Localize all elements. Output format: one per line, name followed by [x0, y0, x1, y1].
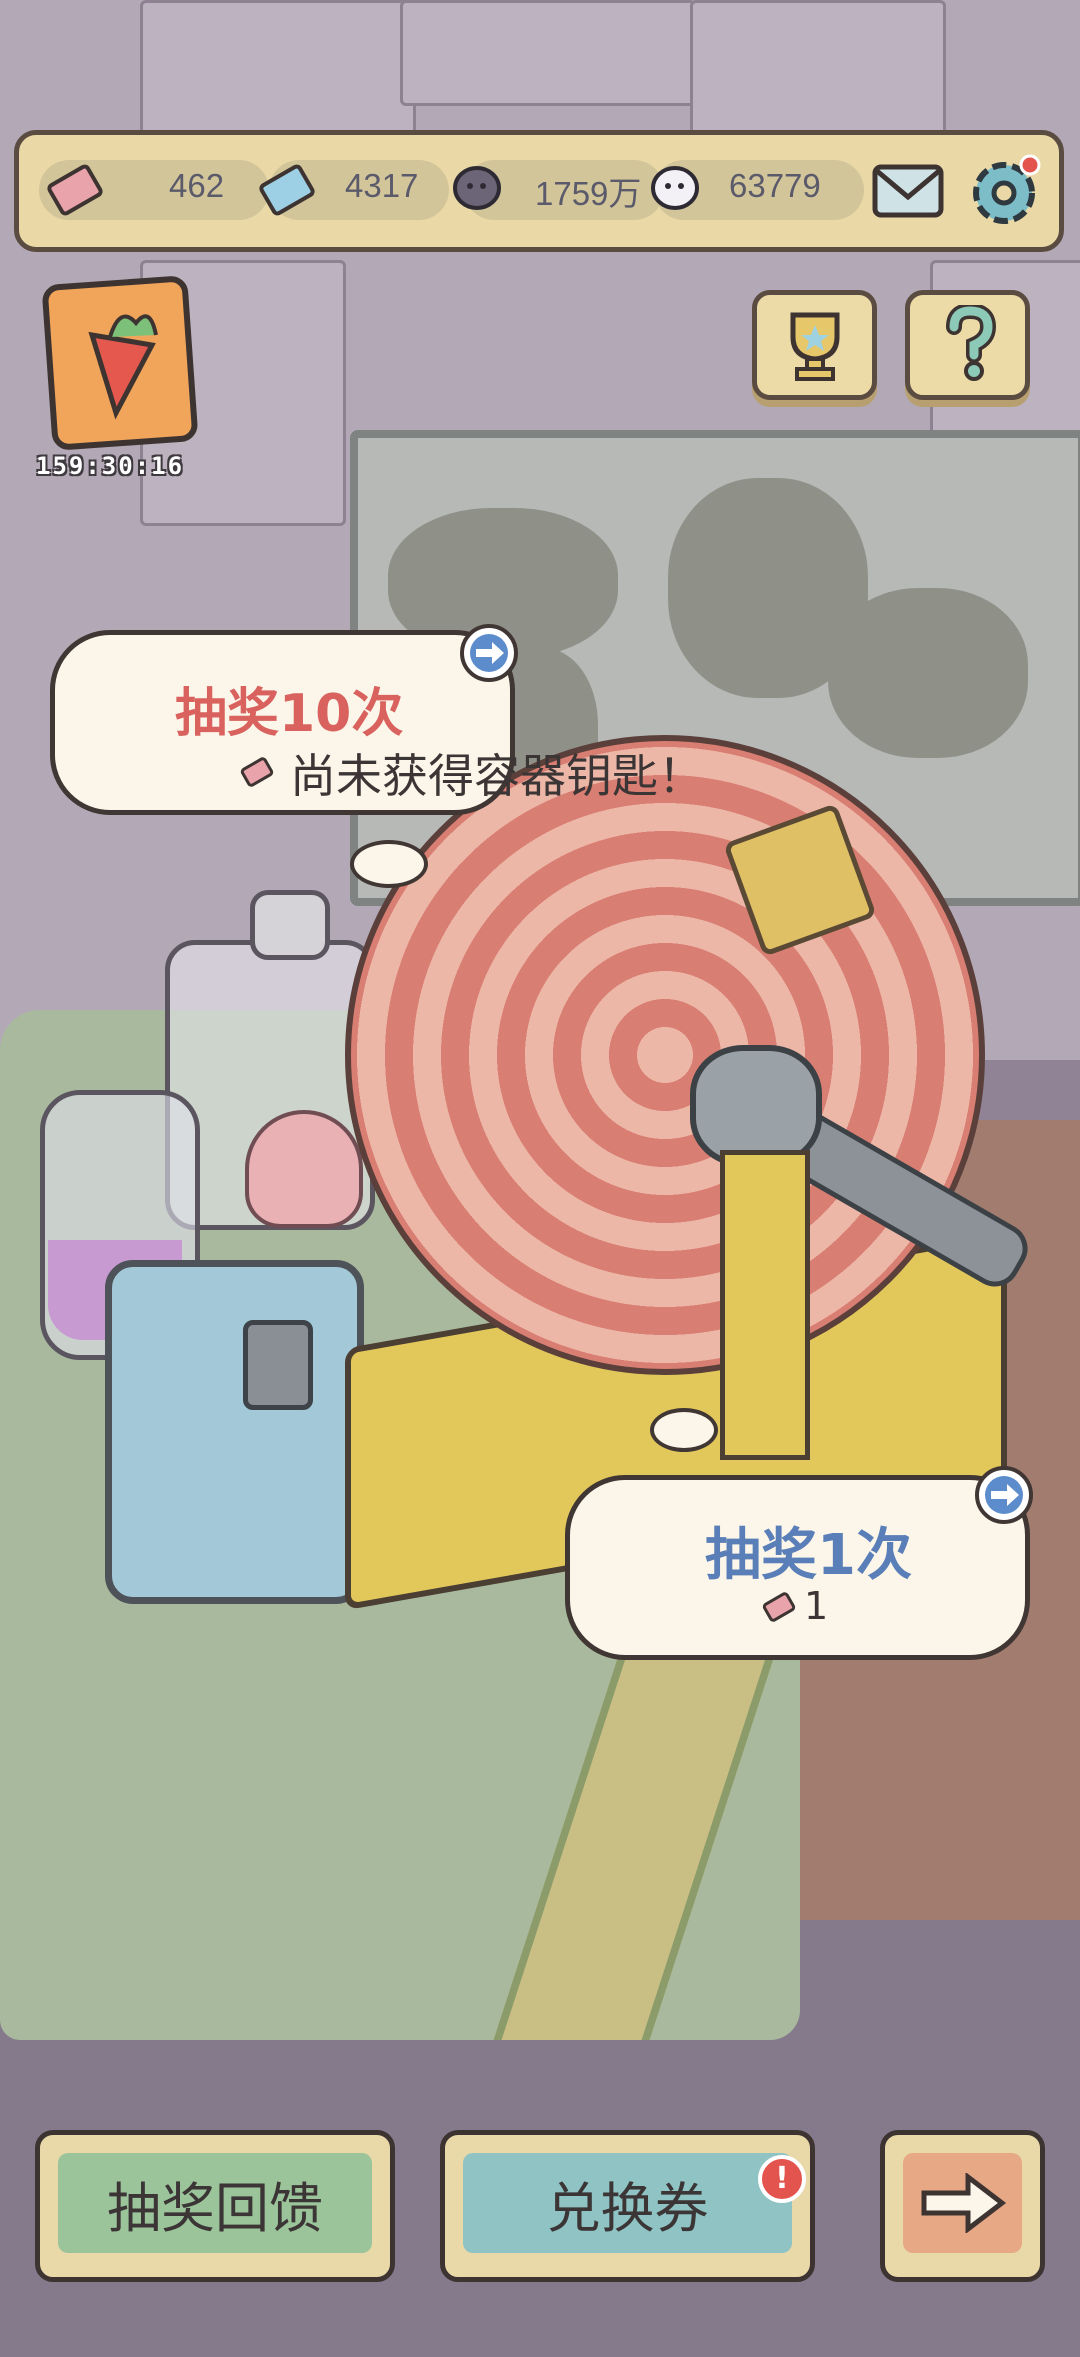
blue-ticket-count: 4317 — [345, 167, 419, 204]
wall-panel — [400, 0, 696, 106]
gear-icon[interactable] — [964, 151, 1044, 231]
padlock-icon — [243, 1320, 313, 1410]
thought-bubble — [350, 840, 428, 888]
ticket-count: 462 — [169, 167, 225, 204]
blue-ticket-icon — [259, 162, 315, 218]
draw-10-status: 尚未获得容器钥匙！ — [290, 749, 704, 803]
resource-bar: 462 4317 1759万 63779 — [14, 130, 1064, 252]
wall-panel — [140, 0, 416, 146]
thought-bubble — [650, 1408, 718, 1452]
exchange-button[interactable]: 兑换券 — [440, 2130, 815, 2282]
dark-soul-count: 1759万 — [535, 175, 642, 212]
right-arrow-icon — [921, 2173, 1006, 2233]
white-soul-count: 63779 — [729, 167, 821, 204]
feedback-label: 抽奖回馈 — [58, 2153, 372, 2253]
map-continent — [828, 588, 1028, 758]
draw-1-cost: 1 — [804, 1584, 829, 1628]
draw-10-title: 抽奖10次 — [175, 684, 404, 744]
wall-panel — [690, 0, 946, 146]
next-button-face — [903, 2153, 1022, 2253]
exchange-label: 兑换券 — [463, 2153, 792, 2253]
ticket-icon — [240, 757, 274, 787]
pink-creature — [245, 1110, 363, 1228]
dark-soul-icon — [449, 162, 505, 218]
ticket-icon — [762, 1592, 796, 1622]
event-timer: 159:30:16 — [36, 452, 185, 480]
help-button[interactable] — [905, 290, 1030, 400]
ticket-icon — [47, 162, 103, 218]
crank-hub — [690, 1045, 822, 1167]
jar-lid — [250, 890, 330, 960]
crank-stand — [720, 1150, 810, 1460]
question-mark-icon — [946, 305, 997, 381]
draw-1-title: 抽奖1次 — [705, 1523, 912, 1588]
event-card[interactable] — [40, 275, 200, 450]
white-soul-icon — [647, 162, 703, 218]
draw-1-button[interactable]: 抽奖1次 1 — [565, 1475, 1030, 1660]
trophy-button[interactable] — [752, 290, 877, 400]
lottery-wheel — [345, 735, 985, 1375]
exchange-badge: ! — [758, 2155, 806, 2203]
trophy-icon — [790, 312, 840, 381]
mail-icon[interactable] — [869, 153, 949, 225]
next-button[interactable] — [880, 2130, 1045, 2282]
locked-container — [105, 1260, 364, 1604]
draw-10-arrow-icon[interactable] — [460, 624, 518, 682]
feedback-button[interactable]: 抽奖回馈 — [35, 2130, 395, 2282]
draw-1-arrow-icon[interactable] — [975, 1466, 1033, 1524]
